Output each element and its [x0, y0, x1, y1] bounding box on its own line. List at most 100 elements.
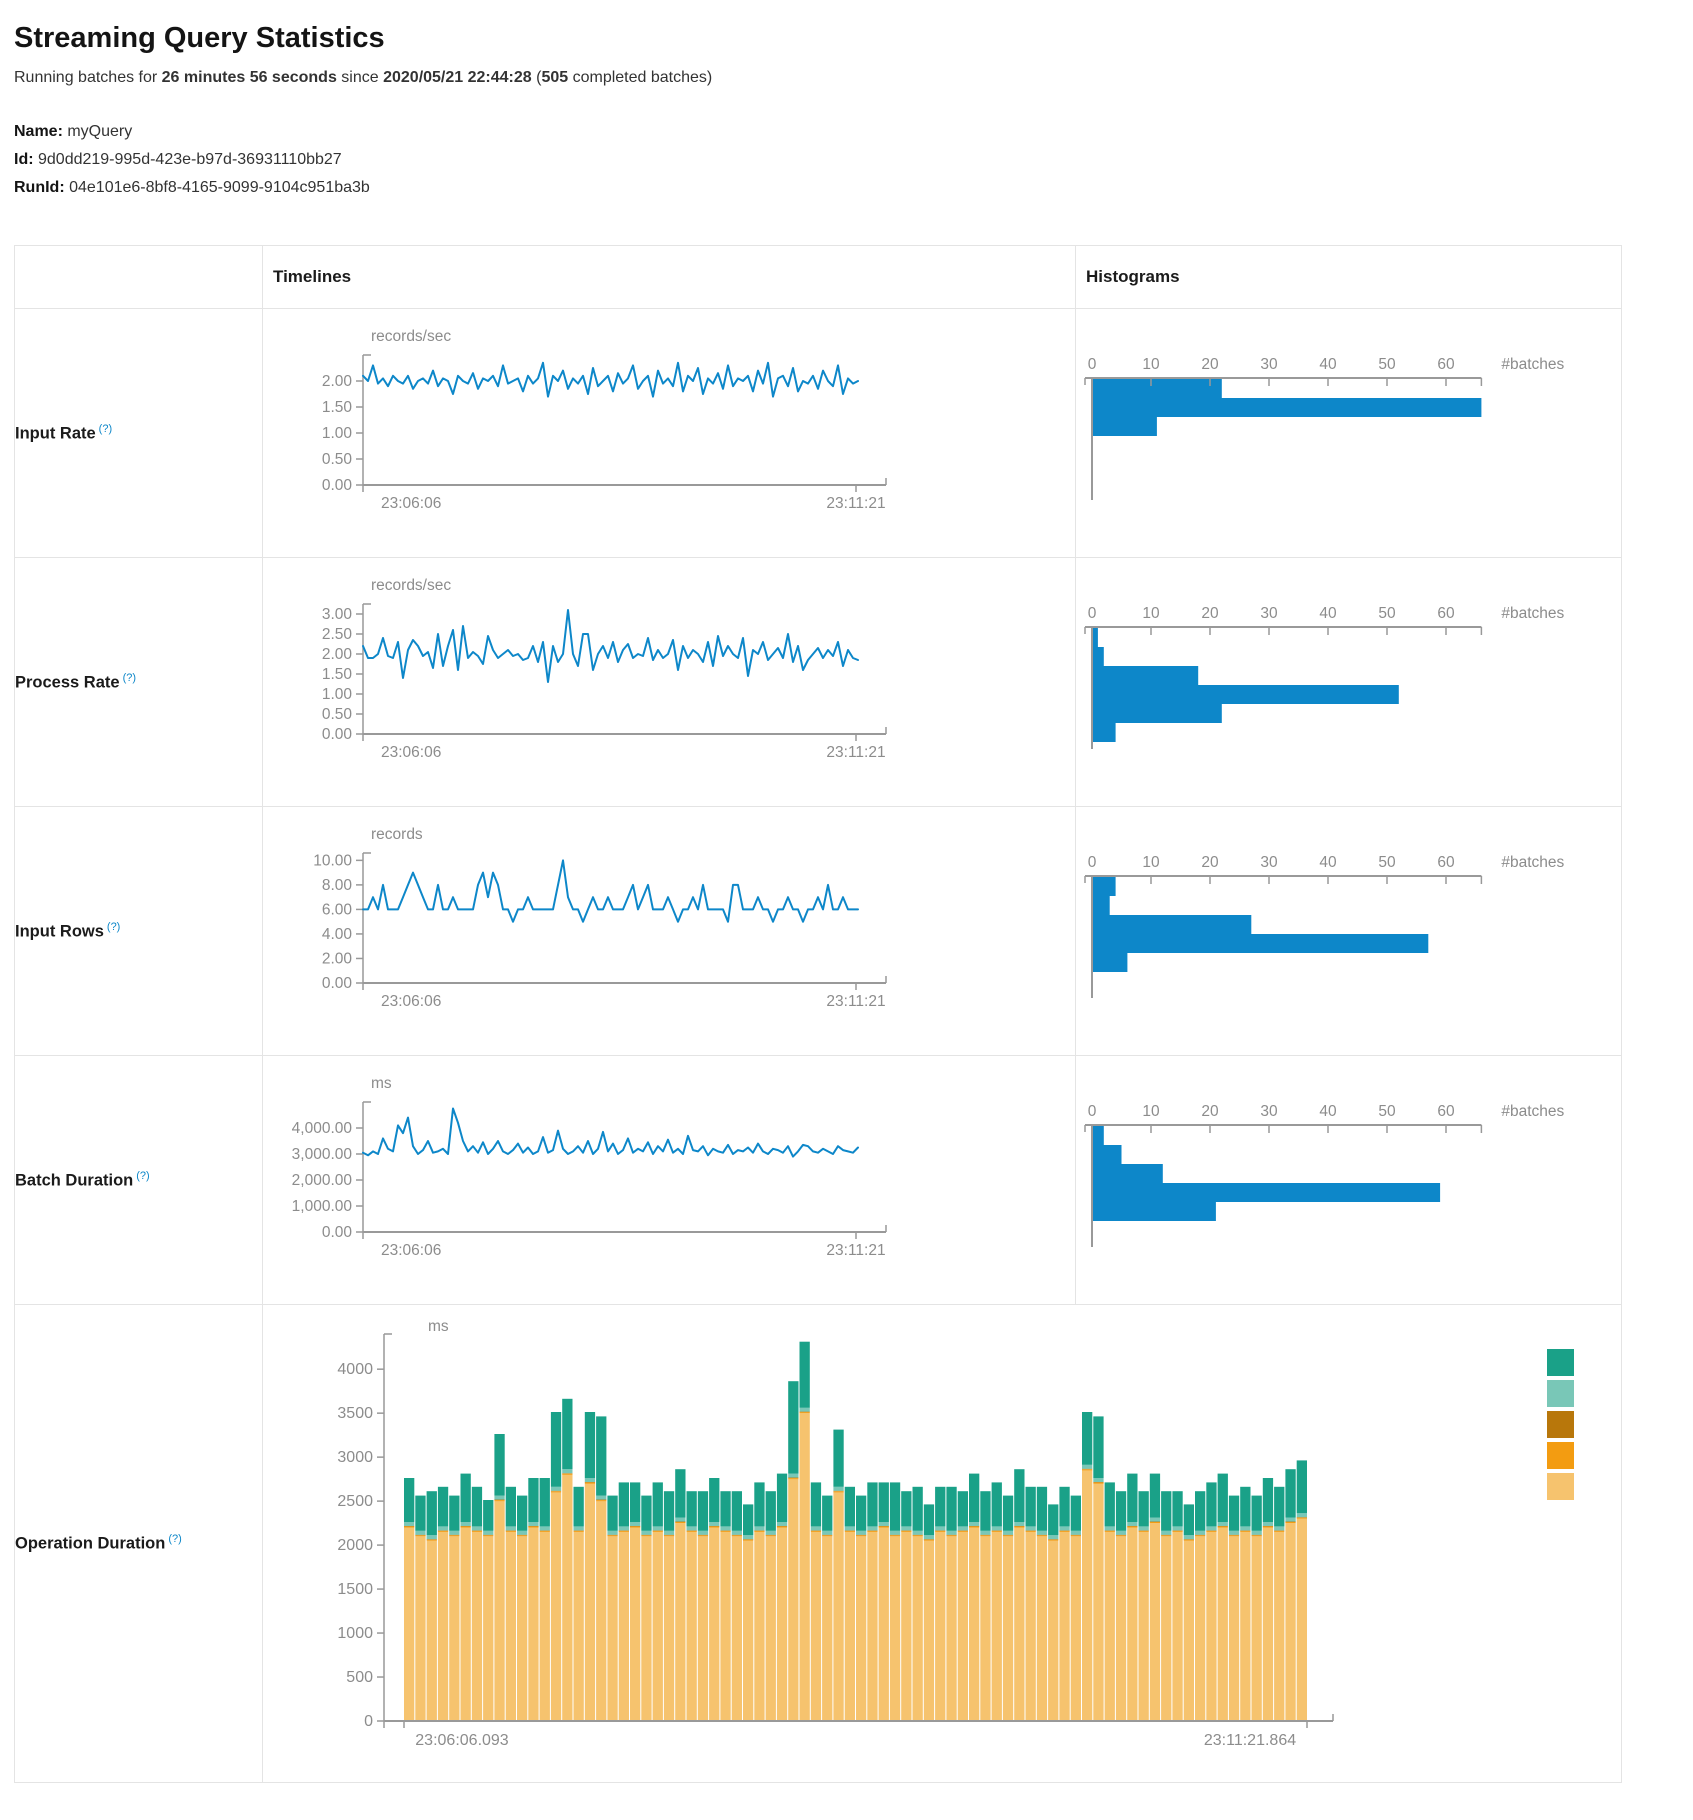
- stacked-bar-segment: [449, 1536, 459, 1721]
- stacked-bar-segment: [698, 1491, 708, 1531]
- completed-batches-count: 505: [541, 69, 568, 86]
- stacked-bar-segment: [969, 1528, 979, 1722]
- process-rate-help-icon[interactable]: (?): [123, 672, 136, 684]
- axis-tick-label: 10: [1142, 1103, 1160, 1120]
- process-rate-label: Process Rate: [15, 673, 120, 691]
- stacked-bar-segment: [969, 1474, 979, 1522]
- stacked-bar-segment: [1026, 1526, 1036, 1530]
- stacked-bar-segment: [732, 1535, 742, 1536]
- streaming-query-statistics-page: Streaming Query Statistics Running batch…: [0, 0, 1693, 1783]
- legend-swatch[interactable]: [1547, 1473, 1574, 1500]
- stacked-bar-segment: [958, 1491, 968, 1526]
- legend-swatch[interactable]: [1547, 1442, 1574, 1469]
- axis-tick-label: 30: [1260, 356, 1278, 373]
- stacked-bar-segment: [901, 1532, 911, 1721]
- axis-tick-label: 40: [1319, 854, 1337, 871]
- stacked-bar-segment: [822, 1536, 832, 1721]
- axis-tick-label: 1.50: [322, 666, 353, 683]
- stacked-bar-segment: [619, 1526, 629, 1530]
- axis-tick-label: 30: [1260, 1103, 1278, 1120]
- stacked-bar-segment: [1297, 1518, 1307, 1519]
- stacked-bar-segment: [1285, 1523, 1295, 1721]
- start-timestamp: 2020/05/21 22:44:28: [383, 69, 532, 86]
- histogram-bar: [1092, 896, 1110, 915]
- timeline-series-line: [363, 610, 858, 682]
- stacked-bar-segment: [1026, 1487, 1036, 1527]
- stacked-bar-segment: [935, 1487, 945, 1527]
- stacked-bar-segment: [1206, 1482, 1216, 1526]
- histogram-bar: [1092, 1164, 1163, 1183]
- stacked-bar-segment: [845, 1487, 855, 1527]
- stacked-bar-segment: [1116, 1531, 1126, 1535]
- stacked-bar-segment: [494, 1500, 504, 1501]
- input-rate-timeline-cell: records/sec0.000.501.001.502.0023:06:062…: [263, 309, 1076, 558]
- input-rate-help-icon[interactable]: (?): [99, 423, 112, 435]
- stacked-bar-segment: [427, 1535, 437, 1539]
- stacked-bar-segment: [924, 1535, 934, 1539]
- histogram-bar: [1092, 934, 1428, 953]
- stacked-bar-segment: [1003, 1536, 1013, 1721]
- stacked-bar-segment: [1263, 1478, 1273, 1522]
- stacked-bar-segment: [935, 1526, 945, 1530]
- stacked-bar-segment: [1274, 1526, 1284, 1530]
- histogram-bar: [1092, 685, 1399, 704]
- stacked-bar-segment: [1026, 1531, 1036, 1532]
- batches-axis-label: #batches: [1501, 1103, 1564, 1120]
- stacked-bar-segment: [449, 1535, 459, 1536]
- stacked-bar-segment: [687, 1491, 697, 1526]
- stacked-bar-segment: [1059, 1531, 1069, 1532]
- axis-tick-label: 20: [1201, 605, 1219, 622]
- stacked-bar-segment: [528, 1478, 538, 1522]
- batch-duration-help-icon[interactable]: (?): [136, 1170, 149, 1182]
- axis-tick-label: 10.00: [313, 852, 352, 869]
- input-rate-histogram-cell: 0102030405060#batches: [1076, 309, 1622, 558]
- legend-swatch[interactable]: [1547, 1411, 1574, 1438]
- unit-label: records: [371, 826, 423, 843]
- axis-tick-label: 4000: [337, 1361, 373, 1378]
- runid-value: 04e101e6-8bf8-4165-9099-9104c951ba3b: [65, 179, 370, 196]
- stacked-bar-segment: [766, 1536, 776, 1721]
- axis-tick-label: 0: [1088, 854, 1097, 871]
- stacked-bar-segment: [1071, 1496, 1081, 1531]
- stacked-bar-segment: [517, 1531, 527, 1535]
- stacked-bar-segment: [800, 1412, 810, 1413]
- operation-duration-help-icon[interactable]: (?): [168, 1533, 181, 1545]
- row-label-cell: Input Rows(?): [15, 807, 263, 1056]
- stacked-bar-segment: [630, 1522, 640, 1526]
- input-rows-help-icon[interactable]: (?): [107, 921, 120, 933]
- x-start-label: 23:06:06: [381, 495, 441, 512]
- stacked-bar-segment: [506, 1532, 516, 1721]
- stacked-bar-segment: [675, 1469, 685, 1517]
- stacked-bar-segment: [1003, 1496, 1013, 1531]
- legend-swatch[interactable]: [1547, 1349, 1574, 1376]
- legend-swatch[interactable]: [1547, 1380, 1574, 1407]
- unit-label: records/sec: [371, 577, 451, 594]
- stacked-bar-segment: [766, 1535, 776, 1536]
- query-runid-line: RunId: 04e101e6-8bf8-4165-9099-9104c951b…: [14, 177, 1693, 199]
- axis-tick-label: 20: [1201, 356, 1219, 373]
- stacked-bar-segment: [1116, 1535, 1126, 1536]
- stacked-bar-segment: [811, 1531, 821, 1532]
- empty-header-cell: [15, 246, 263, 309]
- stacked-bar-segment: [777, 1528, 787, 1722]
- axis-tick-label: 10: [1142, 854, 1160, 871]
- axis-tick-label: 30: [1260, 605, 1278, 622]
- stacked-bar-segment: [483, 1536, 493, 1721]
- stacked-bar-segment: [653, 1532, 663, 1721]
- stacked-bar-chart-svg: ms0500100015002000250030003500400023:06:…: [263, 1305, 1600, 1777]
- stacked-bar-segment: [562, 1474, 572, 1475]
- histogram-bar: [1092, 1183, 1440, 1202]
- stacked-bar-segment: [461, 1526, 471, 1527]
- x-end-label: 23:11:21: [826, 993, 885, 1010]
- histogram-svg: 0102030405060#batches: [1076, 1097, 1610, 1259]
- stacked-bar-segment: [1240, 1532, 1250, 1721]
- histogram-bar: [1092, 915, 1251, 934]
- stacked-bar-segment: [856, 1531, 866, 1535]
- timeline-series-line: [363, 1108, 858, 1156]
- stacked-bar-segment: [879, 1526, 889, 1527]
- stacked-bar-segment: [1093, 1416, 1103, 1478]
- histogram-bar: [1092, 1126, 1104, 1145]
- stacked-bar-segment: [1071, 1535, 1081, 1536]
- stacked-bar-segment: [1172, 1532, 1182, 1721]
- axis-tick-label: 0: [1088, 1103, 1097, 1120]
